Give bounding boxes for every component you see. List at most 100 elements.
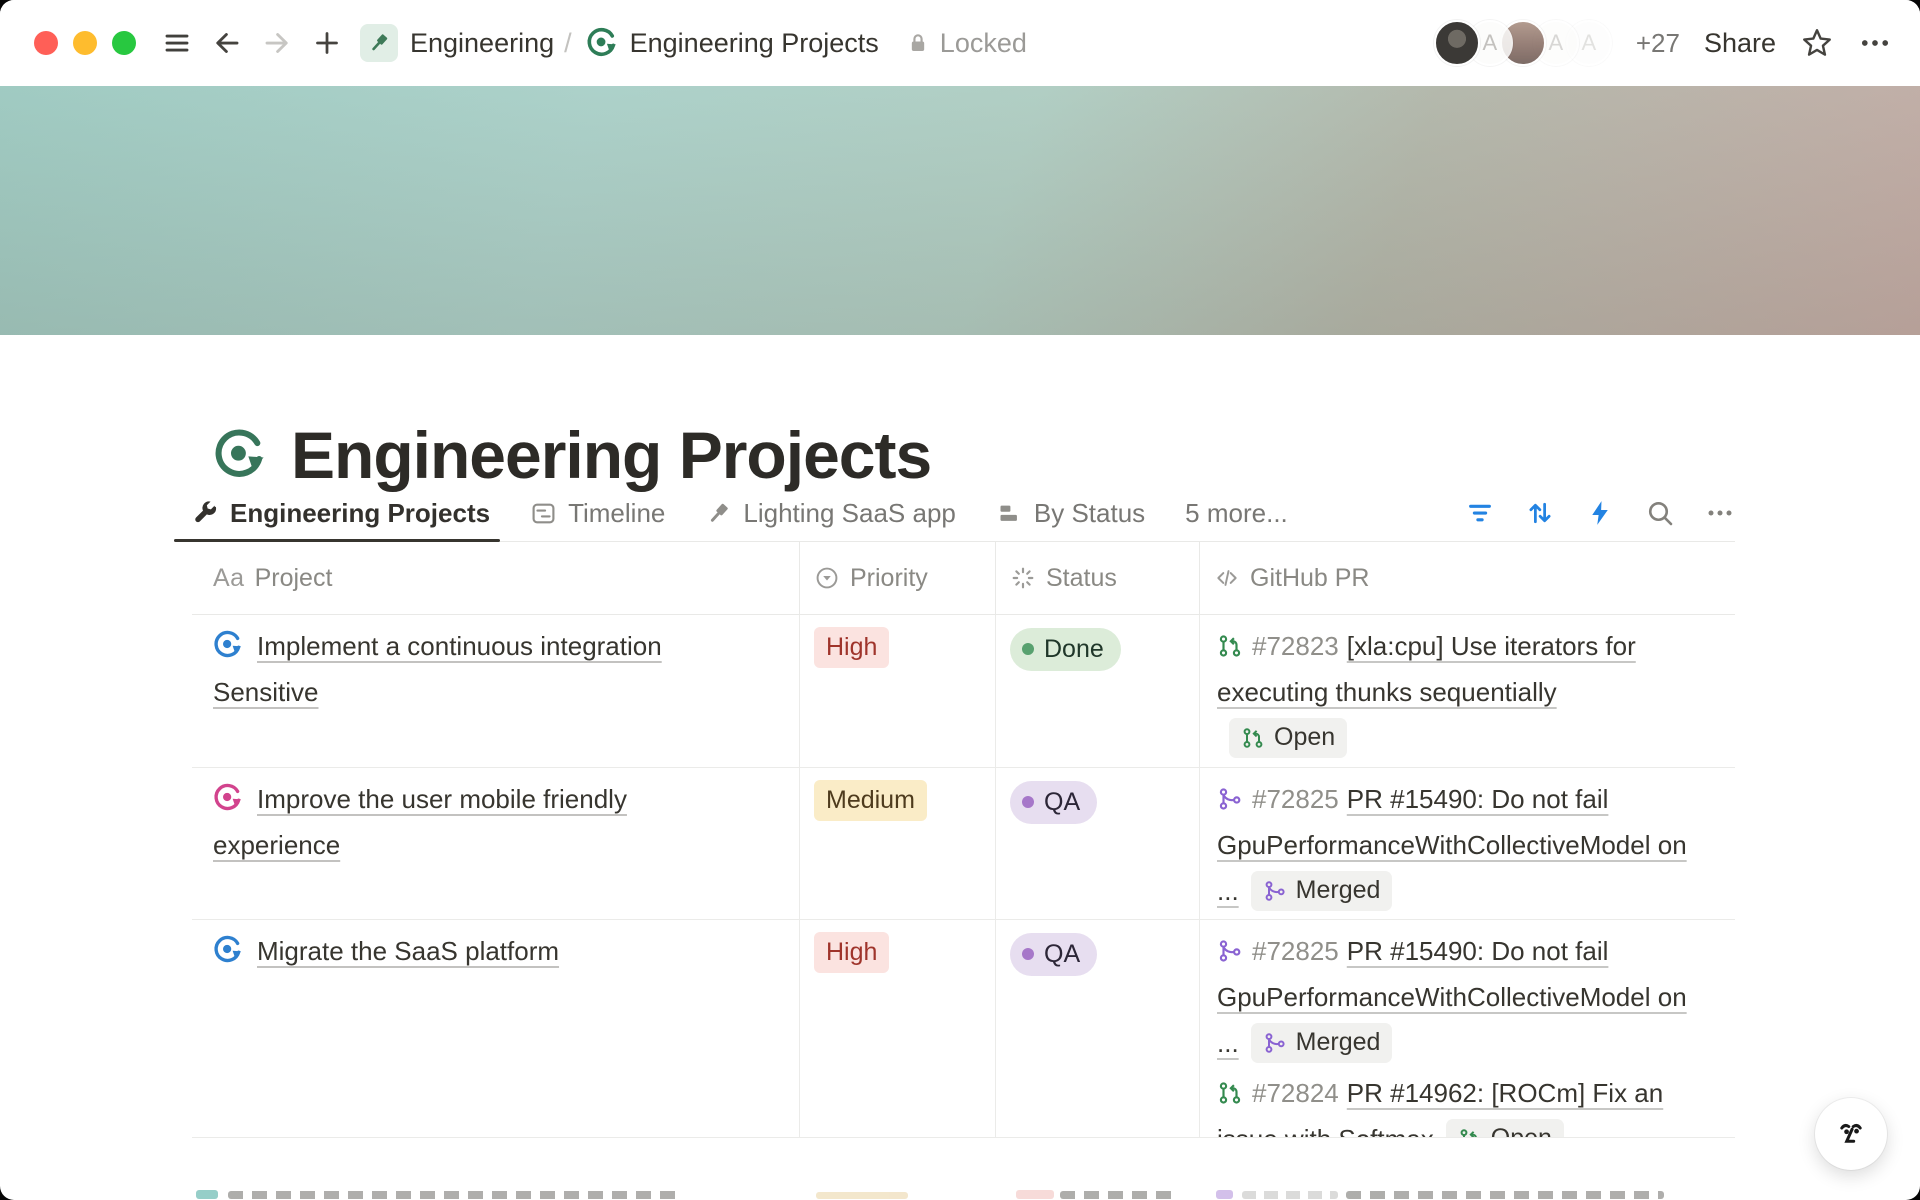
github-pr-cell[interactable]: #72823[xla:cpu] Use iterators for execut… (1200, 615, 1735, 767)
table-row[interactable]: Migrate the SaaS platform High QA #72825… (192, 920, 1735, 1138)
status-cell[interactable]: Done (996, 615, 1200, 767)
breadcrumb-separator: / (564, 28, 572, 59)
close-window-button[interactable] (34, 31, 58, 55)
sidebar-toggle-button[interactable] (160, 26, 194, 60)
github-pr-cell[interactable]: #72825PR #15490: Do not fail GpuPerforma… (1200, 768, 1735, 919)
minimize-window-button[interactable] (73, 31, 97, 55)
breadcrumb-page[interactable]: Engineering Projects (630, 28, 879, 59)
page-cover[interactable] (0, 86, 1920, 335)
pull-request-merged-icon (1217, 932, 1243, 958)
status-pill: QA (1010, 781, 1097, 824)
pr-status-badge[interactable]: Merged (1251, 871, 1393, 911)
forward-button[interactable] (260, 26, 294, 60)
back-button[interactable] (210, 26, 244, 60)
avatar[interactable] (1434, 20, 1480, 66)
project-cell[interactable]: Migrate the SaaS platform (192, 920, 800, 1138)
board-icon (996, 500, 1023, 527)
pull-request-open-icon (1217, 1074, 1243, 1100)
project-title-link[interactable]: Improve the user mobile friendly experie… (213, 784, 627, 860)
pr-entry: #72825PR #15490: Do not fail GpuPerforma… (1217, 776, 1709, 914)
zoom-window-button[interactable] (112, 31, 136, 55)
column-header-status[interactable]: Status (996, 542, 1200, 615)
peek-pr-number-fragment (1242, 1191, 1338, 1199)
pull-request-open-icon (1217, 627, 1243, 653)
lock-label: Locked (940, 28, 1027, 59)
timeline-icon (530, 500, 557, 527)
cycle-arrow-icon (213, 933, 243, 963)
window-controls (34, 31, 136, 55)
peek-status-text-fragment (1060, 1191, 1178, 1199)
more-views-link[interactable]: 5 more... (1185, 498, 1288, 529)
favorite-star-icon[interactable] (1800, 26, 1834, 60)
priority-cell[interactable]: High (800, 615, 996, 767)
tab-lighting-saas-app[interactable]: Lighting SaaS app (705, 485, 956, 541)
page-title[interactable]: Engineering Projects (291, 422, 931, 488)
presence-avatars[interactable]: AAA (1434, 20, 1612, 66)
pr-number: #72823 (1252, 631, 1339, 661)
teamspace-hammer-icon[interactable] (360, 24, 398, 62)
pr-number: #72825 (1252, 936, 1339, 966)
column-header-github-pr[interactable]: GitHub PR (1200, 542, 1735, 615)
table-header: Aa Project Priority Status GitHub PR (192, 542, 1735, 615)
share-button[interactable]: Share (1704, 28, 1776, 59)
filter-icon[interactable] (1465, 498, 1495, 528)
status-cell[interactable]: QA (996, 920, 1200, 1138)
page-cycle-arrow-icon (586, 27, 618, 59)
breadcrumb-teamspace[interactable]: Engineering (410, 28, 554, 59)
pr-status-badge[interactable]: Open (1446, 1119, 1564, 1138)
next-row-peek (0, 1188, 1920, 1200)
pr-entry: #72824PR #14962: [ROCm] Fix an issue wit… (1217, 1070, 1709, 1138)
wrench-icon (192, 500, 219, 527)
peek-priority-fragment (816, 1192, 908, 1199)
notion-ai-button[interactable] (1815, 1098, 1887, 1170)
new-tab-button[interactable] (310, 26, 344, 60)
pr-number: #72824 (1252, 1078, 1339, 1108)
project-title-link[interactable]: Migrate the SaaS platform (257, 936, 559, 966)
code-icon (1214, 565, 1240, 591)
pull-request-merged-icon (1217, 780, 1243, 806)
title-aa-icon: Aa (213, 564, 245, 593)
tab-label: Lighting SaaS app (743, 498, 956, 529)
lock-status[interactable]: Locked (905, 28, 1027, 59)
tab-by-status[interactable]: By Status (996, 485, 1145, 541)
github-pr-cell[interactable]: #72825PR #15490: Do not fail GpuPerforma… (1200, 920, 1735, 1138)
view-options-dots-icon[interactable] (1705, 498, 1735, 528)
column-label: GitHub PR (1250, 564, 1369, 593)
pr-number: #72825 (1252, 784, 1339, 814)
breadcrumb: Engineering / Engineering Projects (360, 24, 879, 62)
column-header-priority[interactable]: Priority (800, 542, 996, 615)
select-icon (814, 565, 840, 591)
peek-pr-title-fragment (1346, 1191, 1664, 1199)
notion-ai-face-icon (1832, 1115, 1870, 1153)
column-header-project[interactable]: Aa Project (192, 542, 800, 615)
project-title-link[interactable]: Implement a continuous integration Sensi… (213, 631, 662, 707)
peek-title-fragment (228, 1191, 680, 1199)
automation-lightning-icon[interactable] (1585, 498, 1615, 528)
status-dot-icon (1022, 796, 1034, 808)
project-cell[interactable]: Improve the user mobile friendly experie… (192, 768, 800, 919)
app-window: Engineering / Engineering Projects Locke… (0, 0, 1920, 1200)
status-pill: QA (1010, 933, 1097, 976)
page-icon-cycle-arrow[interactable] (213, 428, 267, 482)
tab-timeline[interactable]: Timeline (530, 485, 665, 541)
column-label: Priority (850, 564, 928, 593)
column-label: Project (255, 564, 333, 593)
priority-cell[interactable]: Medium (800, 768, 996, 919)
more-options-icon[interactable] (1858, 26, 1892, 60)
table-body: Implement a continuous integration Sensi… (192, 615, 1735, 1138)
table-row[interactable]: Implement a continuous integration Sensi… (192, 615, 1735, 768)
pr-status-badge[interactable]: Merged (1251, 1023, 1393, 1063)
priority-cell[interactable]: High (800, 920, 996, 1138)
search-icon[interactable] (1645, 498, 1675, 528)
toolbar: Engineering / Engineering Projects Locke… (0, 0, 1920, 86)
table-row[interactable]: Improve the user mobile friendly experie… (192, 768, 1735, 920)
status-cell[interactable]: QA (996, 768, 1200, 919)
pull-request-open-icon (1458, 1127, 1482, 1138)
sort-icon[interactable] (1525, 498, 1555, 528)
peek-pr-icon-fragment (1216, 1190, 1233, 1199)
project-cell[interactable]: Implement a continuous integration Sensi… (192, 615, 800, 767)
presence-overflow-count[interactable]: +27 (1636, 28, 1680, 59)
pr-status-badge[interactable]: Open (1229, 718, 1347, 758)
tab-label: Timeline (568, 498, 665, 529)
tab-engineering-projects[interactable]: Engineering Projects (192, 485, 490, 541)
